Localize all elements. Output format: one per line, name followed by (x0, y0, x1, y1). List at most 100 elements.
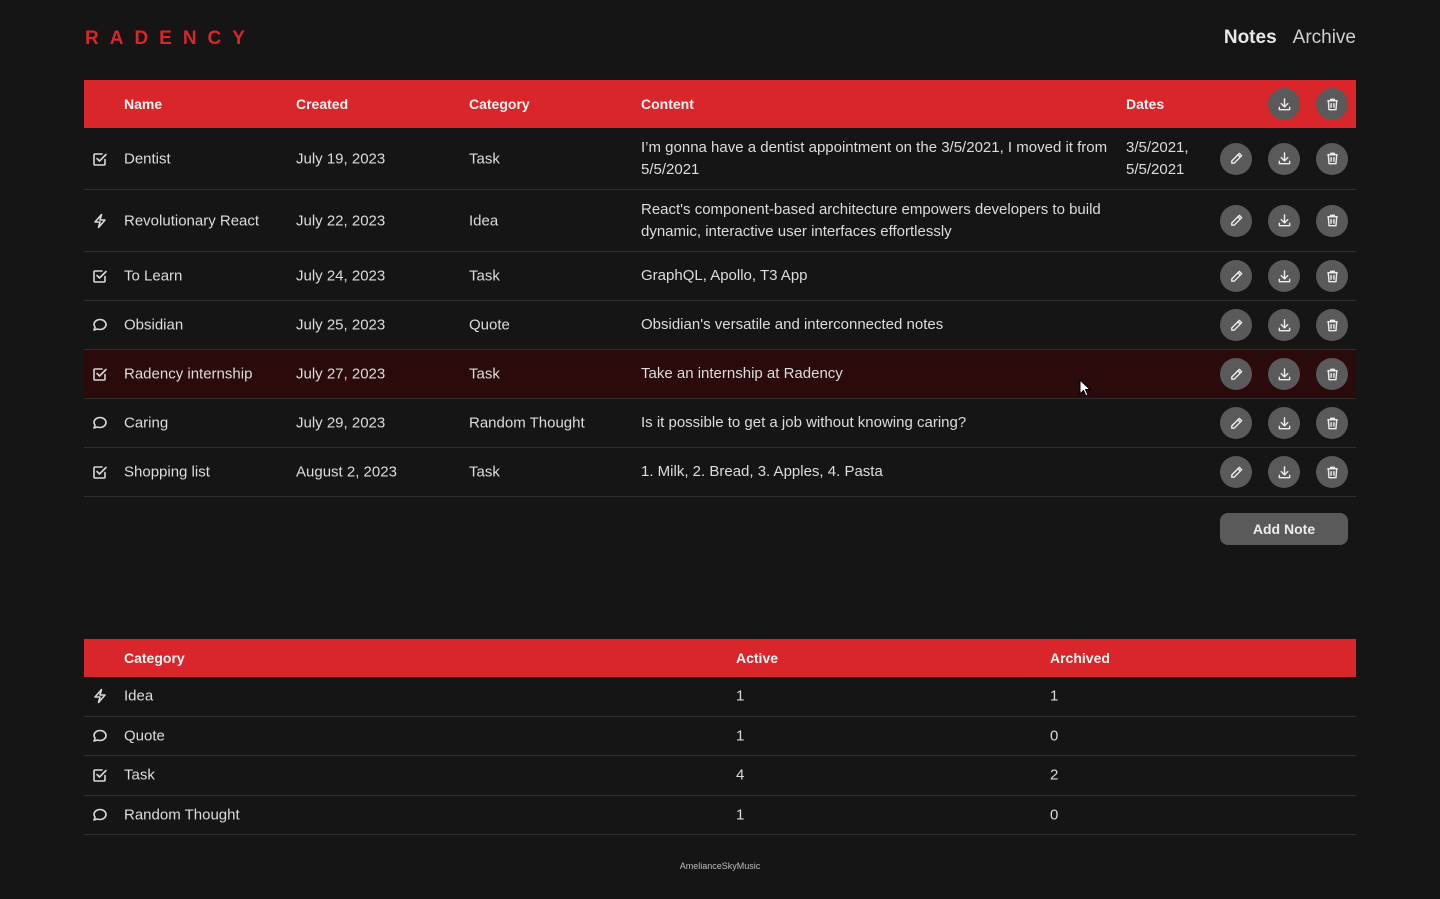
pencil-icon (1229, 416, 1244, 431)
download-icon (1277, 269, 1292, 284)
mouse-cursor-icon (1079, 379, 1092, 397)
note-actions (1220, 456, 1348, 488)
summary-row: Idea 1 1 (84, 677, 1356, 717)
note-actions (1220, 142, 1348, 175)
summary-category: Task (124, 766, 155, 784)
note-row: Radency internship July 27, 2023 Task Take … (84, 350, 1356, 399)
delete-note-button[interactable] (1316, 260, 1348, 292)
summary-table-body: Idea 1 1 Quote 1 0 Task 4 2 Random Thought 1 0 (84, 677, 1356, 835)
edit-note-button[interactable] (1220, 260, 1252, 292)
note-category: Task (469, 365, 500, 383)
note-category: Task (469, 267, 500, 285)
note-created: July 24, 2023 (296, 267, 386, 285)
summary-active-count: 1 (736, 727, 745, 745)
archive-note-button[interactable] (1268, 142, 1300, 175)
note-category: Idea (469, 212, 499, 229)
footer-credit: AmelianceSkyMusic (679, 861, 761, 871)
archive-note-button[interactable] (1268, 309, 1300, 341)
note-name: Radency internship (124, 365, 253, 383)
quote-bubble-icon (92, 317, 108, 333)
note-created: July 29, 2023 (296, 414, 386, 432)
note-content: 1. Milk, 2. Bread, 3. Apples, 4. Pasta (641, 463, 883, 480)
edit-note-button[interactable] (1220, 309, 1252, 341)
note-row: Dentist July 19, 2023 Task I’m gonna have a… (84, 128, 1356, 190)
summary-active-count: 1 (736, 806, 745, 824)
note-category: Quote (469, 316, 510, 334)
note-content: I’m gonna have a dentist appointment on … (641, 138, 1108, 178)
note-created: July 27, 2023 (296, 365, 386, 383)
note-created: August 2, 2023 (296, 463, 397, 481)
note-name: Shopping list (124, 463, 210, 481)
download-icon (1277, 97, 1292, 112)
edit-note-button[interactable] (1220, 142, 1252, 175)
edit-note-button[interactable] (1220, 407, 1252, 439)
note-created: July 22, 2023 (296, 212, 386, 229)
summary-table: Category Active Archived Idea 1 1 Quote 1 0 Ta… (84, 639, 1356, 835)
note-row: Shopping list August 2, 2023 Task 1. Milk, … (84, 448, 1356, 497)
nav-archive-link[interactable]: Archive (1293, 27, 1356, 49)
pencil-icon (1229, 465, 1244, 480)
delete-note-button[interactable] (1316, 204, 1348, 237)
quote-bubble-icon (92, 415, 108, 431)
idea-bolt-icon (92, 688, 108, 704)
download-icon (1277, 465, 1292, 480)
archive-note-button[interactable] (1268, 260, 1300, 292)
summary-active-count: 4 (736, 766, 745, 784)
task-check-icon (92, 268, 108, 284)
task-check-icon (92, 464, 108, 480)
header-content: Content (641, 96, 694, 112)
note-created: July 25, 2023 (296, 316, 386, 334)
archive-note-button[interactable] (1268, 204, 1300, 237)
summary-row: Random Thought 1 0 (84, 796, 1356, 835)
note-row: To Learn July 24, 2023 Task GraphQL, Apollo… (84, 252, 1356, 301)
archive-all-button[interactable] (1268, 88, 1300, 120)
delete-note-button[interactable] (1316, 456, 1348, 488)
quote-bubble-icon (92, 728, 108, 744)
note-actions (1220, 204, 1348, 237)
summary-category: Random Thought (124, 806, 240, 824)
note-actions (1220, 358, 1348, 390)
delete-all-button[interactable] (1316, 88, 1348, 120)
note-dates: 3/5/2021, 5/5/2021 (1126, 138, 1189, 178)
trash-icon (1325, 151, 1340, 166)
trash-icon (1325, 416, 1340, 431)
download-icon (1277, 213, 1292, 228)
archive-note-button[interactable] (1268, 407, 1300, 439)
edit-note-button[interactable] (1220, 358, 1252, 390)
summary-category: Quote (124, 727, 165, 745)
note-category: Task (469, 150, 500, 167)
delete-note-button[interactable] (1316, 142, 1348, 175)
pencil-icon (1229, 367, 1244, 382)
note-category: Task (469, 463, 500, 481)
download-icon (1277, 151, 1292, 166)
summary-category: Idea (124, 687, 154, 705)
archive-note-button[interactable] (1268, 358, 1300, 390)
pencil-icon (1229, 213, 1244, 228)
notes-table: Name Created Category Content Dates Dent… (84, 80, 1356, 497)
notes-table-header: Name Created Category Content Dates (84, 80, 1356, 128)
task-check-icon (92, 151, 108, 167)
note-created: July 19, 2023 (296, 150, 386, 167)
trash-icon (1325, 97, 1340, 112)
nav-notes-link[interactable]: Notes (1224, 27, 1277, 49)
summary-archived-count: 0 (1050, 727, 1059, 745)
delete-note-button[interactable] (1316, 309, 1348, 341)
note-content: React's component-based architecture emp… (641, 200, 1101, 240)
trash-icon (1325, 318, 1340, 333)
note-row: Caring July 29, 2023 Random Thought Is it p… (84, 399, 1356, 448)
note-row: Revolutionary React July 22, 2023 Idea Reac… (84, 190, 1356, 252)
edit-note-button[interactable] (1220, 456, 1252, 488)
pencil-icon (1229, 318, 1244, 333)
header-summary-category: Category (124, 650, 185, 666)
delete-note-button[interactable] (1316, 358, 1348, 390)
delete-note-button[interactable] (1316, 407, 1348, 439)
task-check-icon (92, 366, 108, 382)
add-note-button[interactable]: Add Note (1220, 513, 1348, 545)
trash-icon (1325, 213, 1340, 228)
edit-note-button[interactable] (1220, 204, 1252, 237)
download-icon (1277, 367, 1292, 382)
note-category: Random Thought (469, 414, 585, 432)
note-name: Obsidian (124, 316, 184, 334)
note-content: Is it possible to get a job without know… (641, 414, 967, 431)
archive-note-button[interactable] (1268, 456, 1300, 488)
